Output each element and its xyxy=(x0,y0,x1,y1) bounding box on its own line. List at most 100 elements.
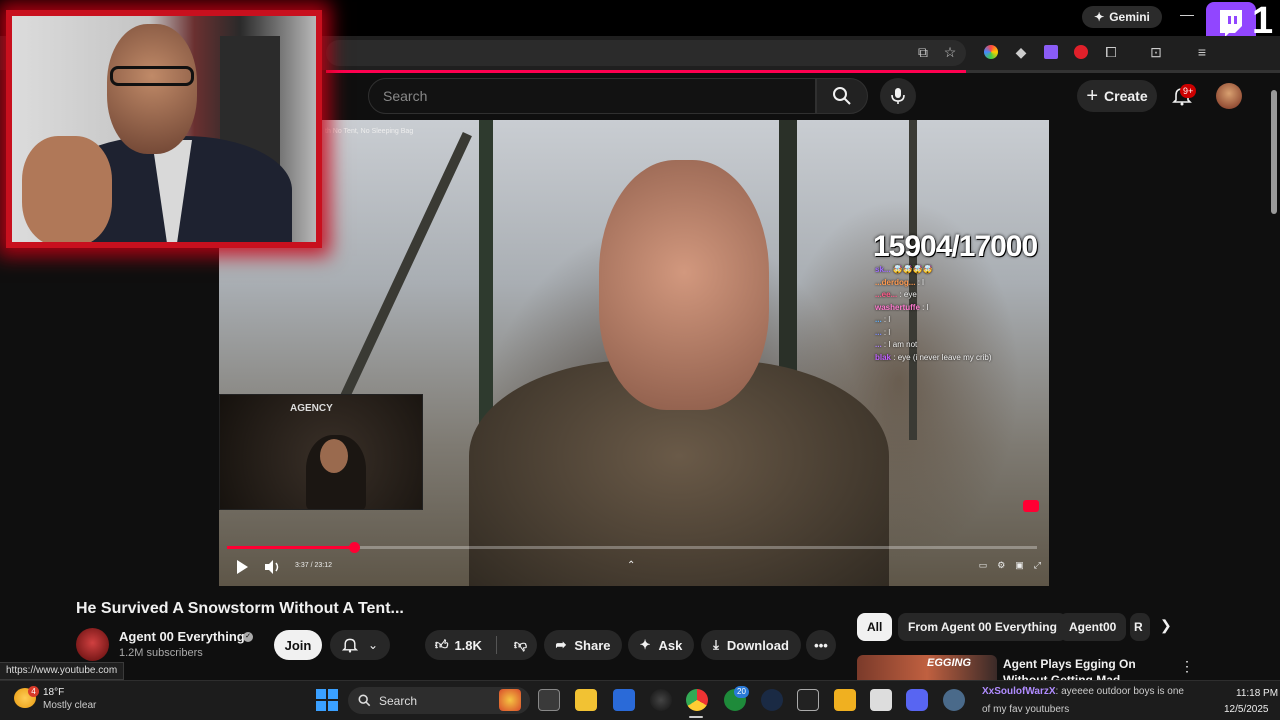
chevron-down-icon: ⌄ xyxy=(367,638,379,652)
play-icon[interactable] xyxy=(233,558,251,576)
extensions-puzzle-icon[interactable]: ⧠ xyxy=(1101,42,1121,62)
more-actions-button[interactable]: ••• xyxy=(806,630,836,660)
search-highlight-icon xyxy=(499,689,521,711)
share-button[interactable]: ➦ Share xyxy=(544,630,622,660)
weather-temperature: 18°F xyxy=(43,687,65,698)
chip-all[interactable]: All xyxy=(857,613,893,641)
chat-message: ... : I am not xyxy=(875,340,918,349)
cam-face xyxy=(320,439,348,473)
clock-time[interactable]: 11:18 PM xyxy=(1236,688,1278,699)
download-icon: ⤓ xyxy=(713,637,719,652)
more-vertical-icon[interactable]: ⋮ xyxy=(1180,658,1194,675)
extension-twitch-icon[interactable] xyxy=(1041,42,1061,62)
account-avatar[interactable] xyxy=(1216,83,1242,109)
install-app-icon[interactable]: ⧉ xyxy=(913,42,933,62)
webcam-glasses xyxy=(110,66,194,86)
bookmark-star-icon[interactable]: ☆ xyxy=(940,42,960,62)
weather-badge: 4 xyxy=(28,686,39,697)
obs-icon[interactable] xyxy=(650,689,672,711)
create-label: Create xyxy=(1104,88,1148,104)
streamer-webcam xyxy=(6,10,322,248)
active-app-indicator xyxy=(689,716,703,718)
like-dislike-group: 👍︎ 1.8K 👎︎ xyxy=(425,630,537,660)
extension-red-icon[interactable] xyxy=(1071,42,1091,62)
youtube-logo-icon xyxy=(1023,500,1039,512)
chip-related[interactable]: R xyxy=(1130,613,1150,641)
like-count: 1.8K xyxy=(454,637,482,653)
captions-icon[interactable]: ▭ xyxy=(979,560,988,576)
voice-search-button[interactable] xyxy=(880,78,916,114)
join-button[interactable]: Join xyxy=(274,630,322,660)
stream-chat-overlay: sk... 🤯🤯🤯🤯 ...derdog... : l ...ee... : e… xyxy=(875,264,1049,364)
video-time: 3:37 / 23:12 xyxy=(295,562,332,569)
chat-message: blak : eye (i never leave my crib) xyxy=(875,352,992,362)
settings-icon[interactable]: ⚙ xyxy=(997,560,1005,576)
tab-search-icon[interactable]: ⊡ xyxy=(1146,42,1166,62)
extension-diamond-icon[interactable]: ◆ xyxy=(1011,42,1031,62)
windows-start-icon[interactable] xyxy=(316,689,338,711)
miniplayer-icon[interactable]: ▣ xyxy=(1015,560,1024,576)
reading-list-icon[interactable]: ≡ xyxy=(1192,42,1212,62)
video-embedded-title: th No Tent, No Sleeping Bag xyxy=(325,128,414,135)
volume-icon[interactable] xyxy=(263,558,281,576)
chat-message: washertuffe : l xyxy=(875,302,929,312)
like-button[interactable]: 👍︎ 1.8K xyxy=(435,637,482,653)
weather-description: Mostly clear xyxy=(43,700,97,711)
chat-message: ...derdog... : l xyxy=(875,277,924,287)
ask-button[interactable]: ✦ Ask xyxy=(628,630,694,660)
sparkle-icon: ✦ xyxy=(1094,10,1105,24)
clock-date[interactable]: 12/5/2025 xyxy=(1224,704,1269,715)
calendar-app-icon[interactable] xyxy=(870,689,892,711)
bell-icon xyxy=(341,638,358,653)
chip-from-channel[interactable]: From Agent 00 Everything xyxy=(898,613,1067,641)
fullscreen-icon[interactable]: ⤢ xyxy=(1034,560,1041,576)
video-scrubber-handle[interactable] xyxy=(349,542,361,553)
minimize-button[interactable]: — xyxy=(1176,6,1198,26)
thumbs-down-icon[interactable]: 👎︎ xyxy=(514,637,527,653)
download-button[interactable]: ⤓ Download xyxy=(701,630,801,660)
chat-message: sk... 🤯🤯🤯🤯 xyxy=(875,265,933,274)
video-player[interactable]: th No Tent, No Sleeping Bag 15904/17000 … xyxy=(219,120,1049,586)
download-label: Download xyxy=(726,637,789,653)
task-view-icon[interactable] xyxy=(538,689,560,711)
chevron-up-icon[interactable]: ⌃ xyxy=(627,560,635,571)
chat-text: : ayeeee outdoor boys is one xyxy=(1055,686,1184,697)
share-arrow-icon: ➦ xyxy=(555,637,567,652)
create-button[interactable]: + Create xyxy=(1077,80,1157,112)
page-load-track xyxy=(966,70,1280,73)
microsoft-store-icon[interactable] xyxy=(613,689,635,711)
rockstar-icon[interactable] xyxy=(834,689,856,711)
search-icon xyxy=(358,694,371,707)
subscriber-count: 1.2M subscribers xyxy=(119,647,203,659)
subathon-goal-counter: 15904/17000 xyxy=(873,230,1038,263)
chrome-icon[interactable] xyxy=(686,689,708,711)
search-input[interactable]: Search xyxy=(368,78,816,114)
xbox-badge: 20 xyxy=(734,686,749,698)
chip-agent00[interactable]: Agent00 xyxy=(1059,613,1127,641)
settings-gear-icon[interactable] xyxy=(943,689,965,711)
recommended-video-thumbnail[interactable]: EGGING xyxy=(857,655,997,681)
more-dots-icon: ••• xyxy=(814,637,828,653)
chevron-right-icon[interactable]: ❯ xyxy=(1160,617,1172,634)
search-button[interactable] xyxy=(816,78,868,114)
epic-games-icon[interactable] xyxy=(797,689,819,711)
search-icon xyxy=(833,87,851,105)
subscription-bell-button[interactable]: ⌄ xyxy=(330,630,390,660)
scrollbar-thumb[interactable] xyxy=(1271,90,1277,214)
discord-icon[interactable] xyxy=(906,689,928,711)
gemini-label: Gemini xyxy=(1109,10,1150,24)
steam-icon[interactable] xyxy=(761,689,783,711)
notification-count-badge: 9+ xyxy=(1180,84,1197,98)
extension-color-icon[interactable] xyxy=(981,42,1001,62)
channel-avatar[interactable] xyxy=(76,628,109,661)
player-right-controls: ▭ ⚙ ▣ ⤢ xyxy=(929,560,1041,576)
gemini-button[interactable]: ✦ Gemini xyxy=(1082,6,1162,28)
file-explorer-icon[interactable] xyxy=(575,689,597,711)
plus-icon: + xyxy=(1086,84,1099,107)
channel-name[interactable]: Agent 00 Everything xyxy=(119,629,245,644)
address-bar[interactable] xyxy=(326,40,966,66)
status-bar-url: https://www.youtube.com xyxy=(0,662,125,680)
like-divider xyxy=(496,636,497,654)
tree-trunk xyxy=(479,120,493,440)
chat-text-line2: of my fav youtubers xyxy=(982,704,1070,715)
